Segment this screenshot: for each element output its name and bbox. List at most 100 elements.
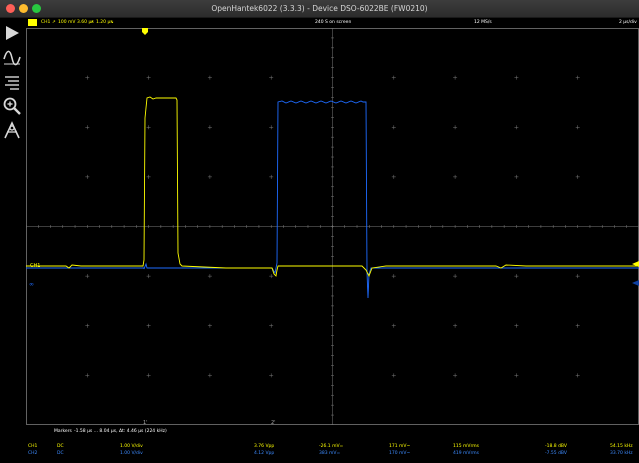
ch1-scale: 100 mV xyxy=(58,20,76,25)
ch1-coupling-icon: ↗ xyxy=(52,20,56,25)
graticule-cross xyxy=(146,373,151,378)
sample-rate: 12 MS/s xyxy=(474,20,492,25)
left-toolbar xyxy=(0,18,26,463)
ch2-name: CH2 xyxy=(28,451,38,456)
ch2-dbv: -7.55 dBV xyxy=(545,451,567,456)
graticule-cross xyxy=(85,373,90,378)
measurements-button[interactable] xyxy=(2,72,22,92)
graticule-cross xyxy=(269,373,274,378)
graticule-cross xyxy=(207,174,212,179)
ch2-measurement-row: CH2 DC 1.00 V/div 4.12 Vpp 383 mV= 170 m… xyxy=(26,450,639,457)
ch1-vpp: 3.76 Vpp xyxy=(254,444,275,449)
trigger-position-marker[interactable] xyxy=(142,28,148,35)
ch1-dbv: -18.8 dBV xyxy=(545,444,567,449)
graticule-cross xyxy=(85,125,90,130)
graticule-cross xyxy=(453,373,458,378)
graticule-cross xyxy=(575,274,580,279)
graticule-cross xyxy=(514,174,519,179)
graticule-cross xyxy=(269,125,274,130)
graticule-cross xyxy=(269,174,274,179)
run-stop-button[interactable] xyxy=(2,23,22,43)
timebase: 2 µs/div xyxy=(619,20,637,25)
graticule-cross xyxy=(514,274,519,279)
sine-wave-icon xyxy=(3,50,21,66)
markers-info-row: Markers -1.58 µs ... 8.04 µs, Δt: 4.46 µ… xyxy=(26,428,639,436)
ch1-marker-label[interactable]: CH1 xyxy=(30,263,40,269)
graticule-cross xyxy=(207,125,212,130)
graticule-cross xyxy=(146,274,151,279)
ch2-ac: 170 mV~ xyxy=(389,451,411,456)
graticule-cross xyxy=(575,75,580,80)
ch1-frequency: 54.15 kHz xyxy=(610,444,633,449)
graticule-cross xyxy=(575,125,580,130)
graticule-cross xyxy=(146,323,151,328)
graticule-cross xyxy=(391,323,396,328)
cursor-measure-icon xyxy=(4,121,20,139)
play-icon xyxy=(6,26,19,40)
marker-2-label[interactable]: 2' xyxy=(271,420,276,425)
graticule-cross xyxy=(453,174,458,179)
graticule-cross xyxy=(85,323,90,328)
graticule-grid xyxy=(26,28,639,425)
ch2-marker-icon[interactable]: ∞ xyxy=(29,281,34,288)
ch1-color-tag[interactable] xyxy=(28,19,37,26)
graticule-cross xyxy=(575,373,580,378)
graticule-cross xyxy=(269,274,274,279)
graticule-cross xyxy=(514,323,519,328)
window-title: OpenHantek6022 (3.3.3) - Device DSO-6022… xyxy=(211,4,428,13)
scope-display[interactable]: CH1 ∞ 1' 2' xyxy=(26,28,639,425)
zoom-icon xyxy=(3,97,21,115)
graticule-cross xyxy=(453,323,458,328)
graticule-cross xyxy=(575,323,580,328)
graticule-cross xyxy=(391,373,396,378)
ch1-coupling[interactable]: DC xyxy=(57,443,64,450)
ch1-volts-per-div: 1.00 V/div xyxy=(120,444,143,449)
ch2-rms: 419 mVrms xyxy=(453,451,479,456)
graticule-cross xyxy=(453,274,458,279)
measure-lines-icon xyxy=(5,76,19,90)
ch2-level-marker[interactable] xyxy=(632,280,639,286)
markers-label: Markers xyxy=(54,429,72,434)
graticule-cross xyxy=(391,174,396,179)
cursor-tool-button[interactable] xyxy=(2,120,22,140)
graticule-cross xyxy=(514,125,519,130)
graticule-cross xyxy=(146,75,151,80)
ch2-dc: 383 mV= xyxy=(319,451,341,456)
graticule-cross xyxy=(391,75,396,80)
markers-range: -1.58 µs ... 8.04 µs, Δt: 4.46 µs (224 k… xyxy=(74,429,167,434)
ch1-name: CH1 xyxy=(28,444,38,449)
graticule-cross xyxy=(269,75,274,80)
graticule-cross xyxy=(85,174,90,179)
scope-graticule[interactable]: CH1 ∞ 1' 2' xyxy=(26,28,639,425)
graticule-cross xyxy=(207,373,212,378)
trigger-slope-icon: ↘ xyxy=(110,20,114,25)
ch1-dc: -26.1 mV= xyxy=(319,444,344,449)
graticule-cross xyxy=(514,373,519,378)
graticule-cross xyxy=(453,125,458,130)
scope-status-bar: CH1 ↗ 100 mV 3.60 µs ↗ 1.20 µs ↘ 240 S o… xyxy=(26,18,639,28)
graticule-cross xyxy=(85,274,90,279)
graticule-cross xyxy=(146,174,151,179)
graticule-cross xyxy=(207,75,212,80)
graticule-cross xyxy=(575,174,580,179)
graticule-cross xyxy=(85,75,90,80)
graticule-cross xyxy=(514,75,519,80)
zoom-button[interactable] xyxy=(2,96,22,116)
ch2-vpp: 4.12 Vpp xyxy=(254,451,275,456)
ch1-measurement-row: CH1 DC 1.00 V/div 3.76 Vpp -26.1 mV= 171… xyxy=(26,443,639,450)
title-bar: OpenHantek6022 (3.3.3) - Device DSO-6022… xyxy=(0,0,639,18)
graticule-cross xyxy=(146,125,151,130)
graticule-cross xyxy=(391,274,396,279)
graticule-cross xyxy=(453,75,458,80)
waveform-settings-button[interactable] xyxy=(2,48,22,68)
ch1-ac: 171 mV~ xyxy=(389,444,411,449)
ch2-frequency: 33.70 kHz xyxy=(610,451,633,456)
graticule-cross xyxy=(207,323,212,328)
graticule-cross xyxy=(391,125,396,130)
ch1-rms: 115 mVrms xyxy=(453,444,479,449)
marker-1-label[interactable]: 1' xyxy=(143,420,148,425)
oscilloscope-window: OpenHantek6022 (3.3.3) - Device DSO-6022… xyxy=(0,0,639,463)
graticule-cross xyxy=(207,274,212,279)
ch2-coupling[interactable]: DC xyxy=(57,450,64,457)
trigger-edge-icon: ↗ xyxy=(90,20,94,25)
